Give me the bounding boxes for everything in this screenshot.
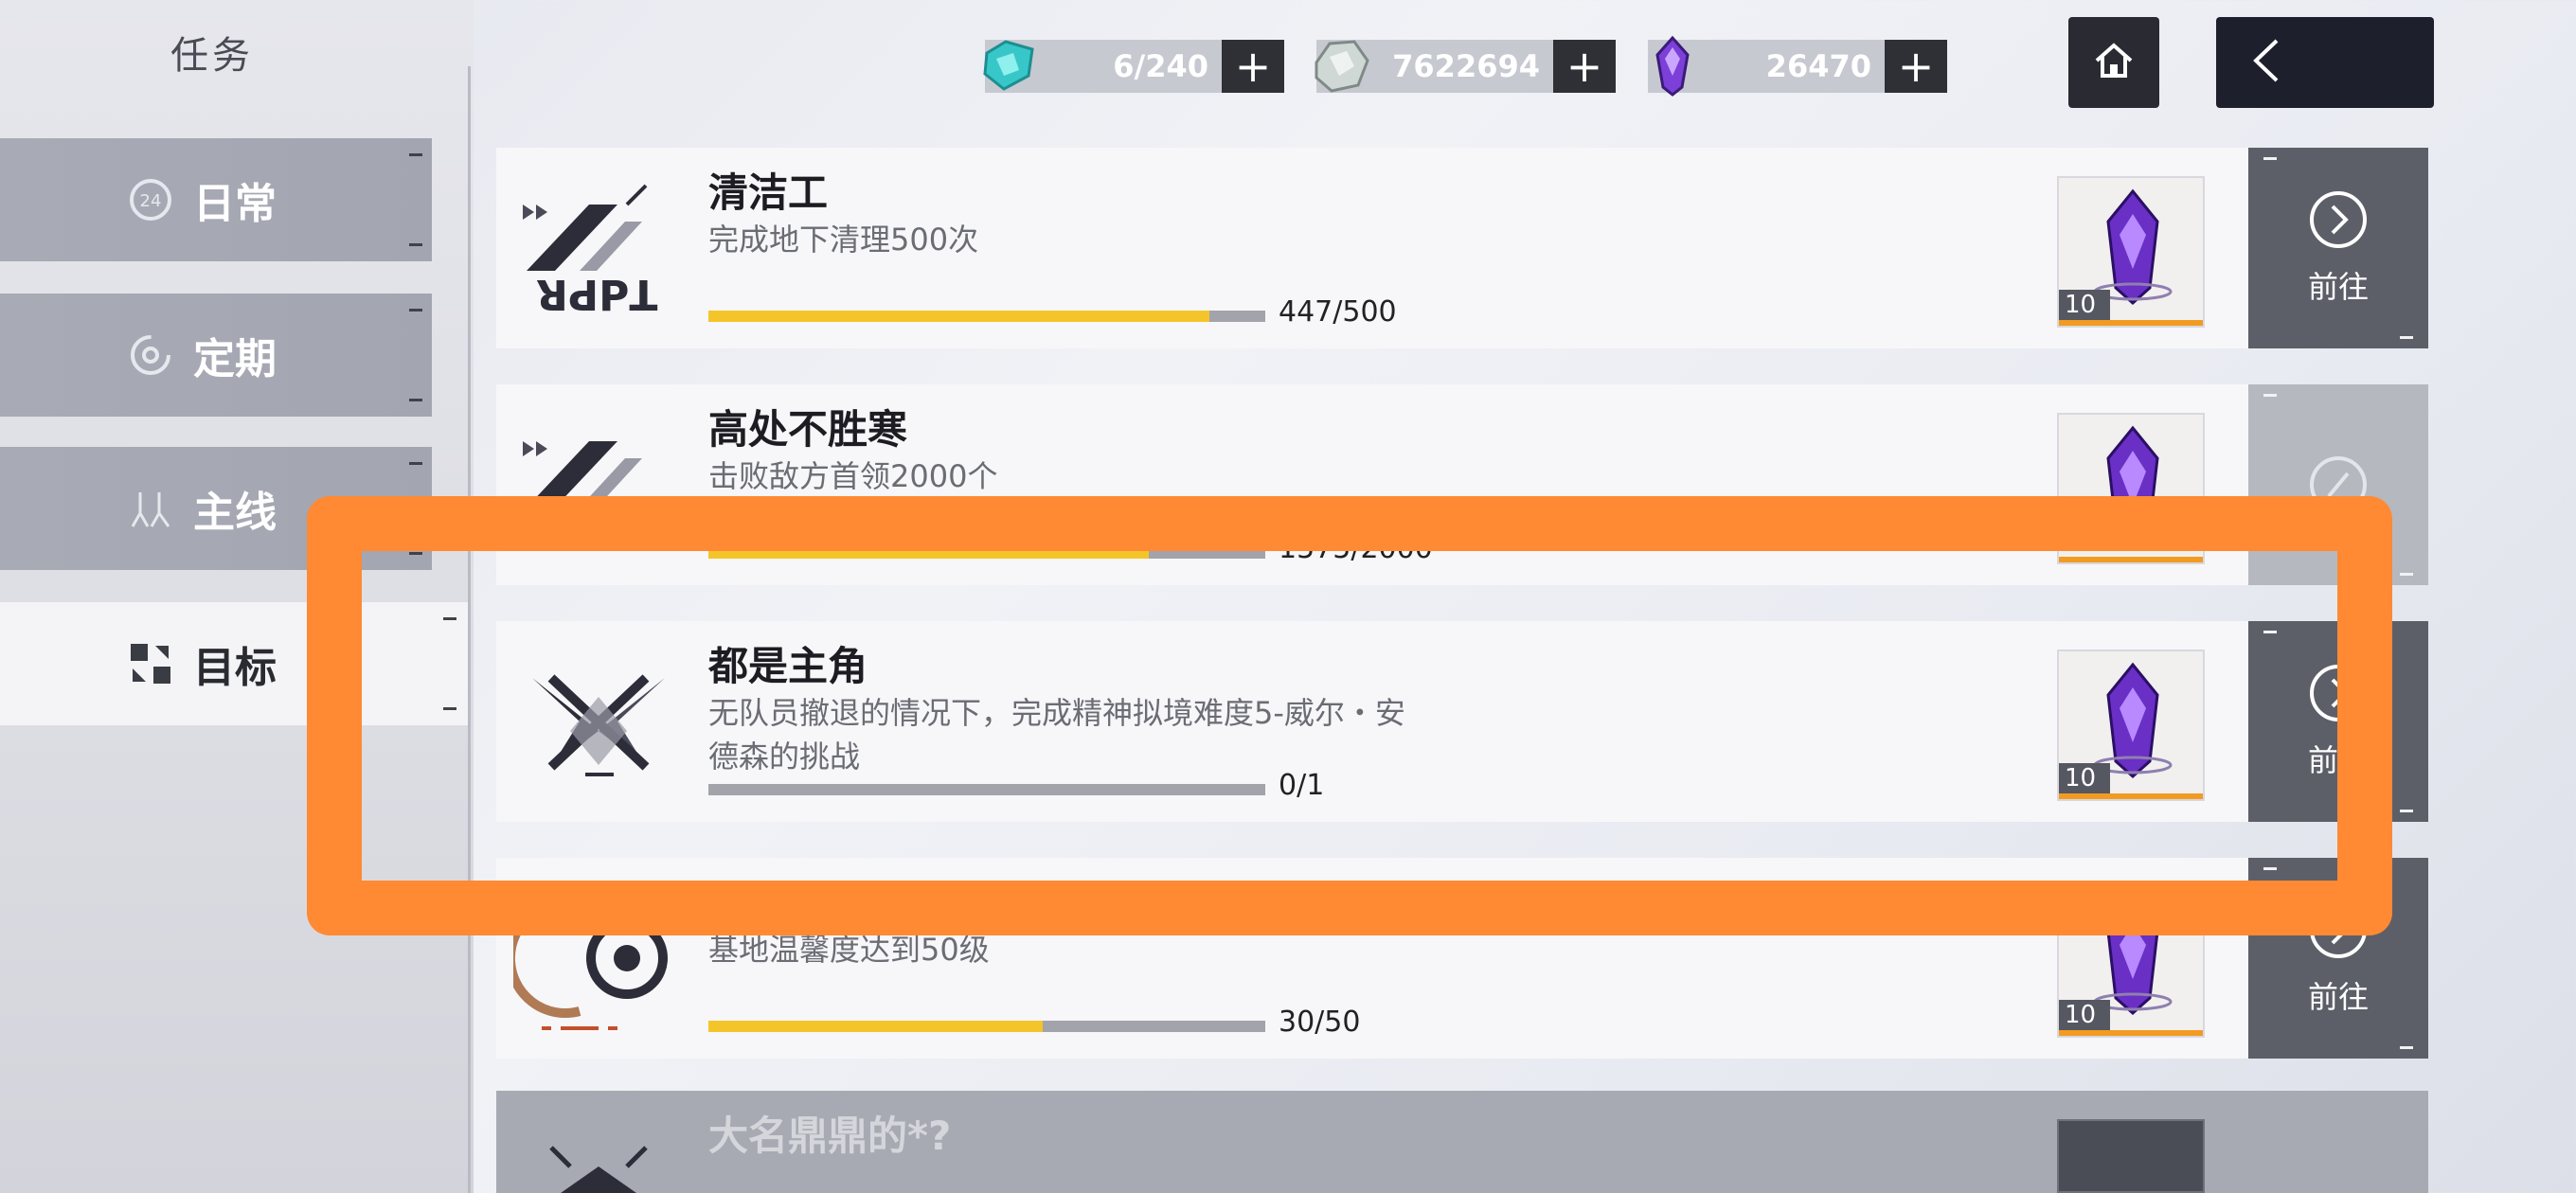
add-premium-button[interactable]: + <box>1885 40 1947 93</box>
ring-emblem-icon <box>505 877 684 1040</box>
quest-description: 击败敌方首领2000个 <box>708 458 998 494</box>
quest-description: 基地温馨度达到50级 <box>708 932 990 968</box>
panel-divider <box>468 66 471 1193</box>
progress-fill <box>708 311 1210 322</box>
progress-text: 447/500 <box>1279 295 1397 329</box>
quest-title: 大名鼎鼎的*? <box>708 1113 952 1159</box>
nav-label-daily: 日常 <box>193 180 277 228</box>
teal-crystal-icon <box>977 34 1042 98</box>
reward-quantity: 10 <box>2059 1000 2110 1030</box>
currency-coins: 7622694 + <box>1315 40 1616 93</box>
disabled-slash-icon <box>2310 456 2367 513</box>
progress-bar <box>708 784 1265 795</box>
purple-crystal-icon <box>1640 34 1705 98</box>
goto-label: 前往 <box>2307 979 2369 1015</box>
reward-item[interactable]: 10 <box>2057 650 2205 801</box>
page-title: 任务 <box>170 34 254 78</box>
progress-fill <box>708 547 1149 559</box>
nav-label-main-story: 主线 <box>193 489 277 537</box>
stamina-value: 6/240 <box>1113 48 1208 84</box>
progress-text: 0/1 <box>1279 769 1325 802</box>
quest-card: 高处不胜寒 击败敌方首领2000个 1575/2000 <box>496 384 2277 585</box>
home-icon <box>2091 38 2137 87</box>
quest-description: 无队员撤退的情况下，完成精神拟境难度5-威尔・安德森的挑战 <box>708 695 1405 775</box>
reward-item[interactable]: 10 <box>2057 886 2205 1038</box>
progress-text: 1575/2000 <box>1279 532 1433 565</box>
arrow-right-circle-icon <box>2310 665 2367 721</box>
agent-logo-icon: ꓤꓒꓑꓕ <box>513 167 684 329</box>
nav-item-main-story[interactable]: 主线 <box>0 447 432 570</box>
quest-title: 清洁工 <box>708 169 829 216</box>
currency-premium: 26470 + <box>1648 35 1947 97</box>
quest-description: 完成地下清理500次 <box>708 222 979 258</box>
reward-item[interactable] <box>2057 413 2205 564</box>
home-button[interactable] <box>2068 17 2159 108</box>
currency-stamina: 6/240 + <box>983 40 1284 93</box>
goto-button[interactable]: 前往 <box>2248 858 2428 1059</box>
svg-text:ꓤꓒꓑꓕ: ꓤꓒꓑꓕ <box>536 273 657 321</box>
progress-bar <box>708 547 1265 559</box>
silver-ore-icon <box>1309 34 1373 98</box>
quest-card-locked: 大名鼎鼎的*? <box>496 1091 2428 1193</box>
back-button[interactable] <box>2216 17 2434 108</box>
progress-fill <box>708 1021 1043 1032</box>
add-coins-button[interactable]: + <box>1553 40 1616 93</box>
reward-item <box>2057 1119 2205 1193</box>
goto-label: 前往 <box>2307 742 2369 778</box>
premium-value: 26470 <box>1765 48 1871 84</box>
quest-card: 基地温馨度达到50级 30/50 10 <box>496 858 2277 1059</box>
svg-text:24: 24 <box>140 191 162 211</box>
nav-item-target[interactable]: 目标 <box>0 602 468 725</box>
back-chevron-icon <box>2248 37 2282 88</box>
reward-item[interactable]: 10 <box>2057 176 2205 328</box>
nav-label-target: 目标 <box>193 644 277 692</box>
coins-value: 7622694 <box>1392 48 1540 84</box>
goto-button-disabled <box>2248 384 2428 585</box>
goto-label: 前往 <box>2307 269 2369 305</box>
agent-logo-icon <box>513 1110 684 1193</box>
goto-button[interactable]: 前往 <box>2248 148 2428 348</box>
purple-crystal-icon <box>2106 425 2159 543</box>
nav-item-periodic[interactable]: 定期 <box>0 294 432 417</box>
quest-title: 高处不胜寒 <box>708 406 908 453</box>
progress-text: 30/50 <box>1279 1006 1361 1039</box>
quest-card: ꓤꓒꓑꓕ 清洁工 完成地下清理500次 447/500 10 <box>496 148 2277 348</box>
cycle-icon <box>125 329 176 381</box>
nav-label-periodic: 定期 <box>193 335 277 383</box>
quest-title: 都是主角 <box>708 643 868 689</box>
add-stamina-button[interactable]: + <box>1222 40 1284 93</box>
daily-24-icon: 24 <box>125 174 176 225</box>
cross-emblem-icon <box>513 640 684 803</box>
main-story-icon <box>125 483 176 534</box>
goto-button[interactable]: 前往 <box>2248 621 2428 822</box>
nav-item-daily[interactable]: 24 日常 <box>0 138 432 261</box>
progress-bar <box>708 311 1265 322</box>
quest-card: 都是主角 无队员撤退的情况下，完成精神拟境难度5-威尔・安德森的挑战 0/1 1… <box>496 621 2277 822</box>
reward-quantity: 10 <box>2059 290 2110 320</box>
agent-logo-icon <box>513 403 684 566</box>
target-icon <box>125 638 176 689</box>
arrow-right-circle-icon <box>2310 901 2367 958</box>
progress-bar <box>708 1021 1265 1032</box>
category-panel: 任务 24 日常 定期 主线 目标 <box>0 0 474 1193</box>
reward-quantity: 10 <box>2059 763 2110 793</box>
arrow-right-circle-icon <box>2310 191 2367 248</box>
